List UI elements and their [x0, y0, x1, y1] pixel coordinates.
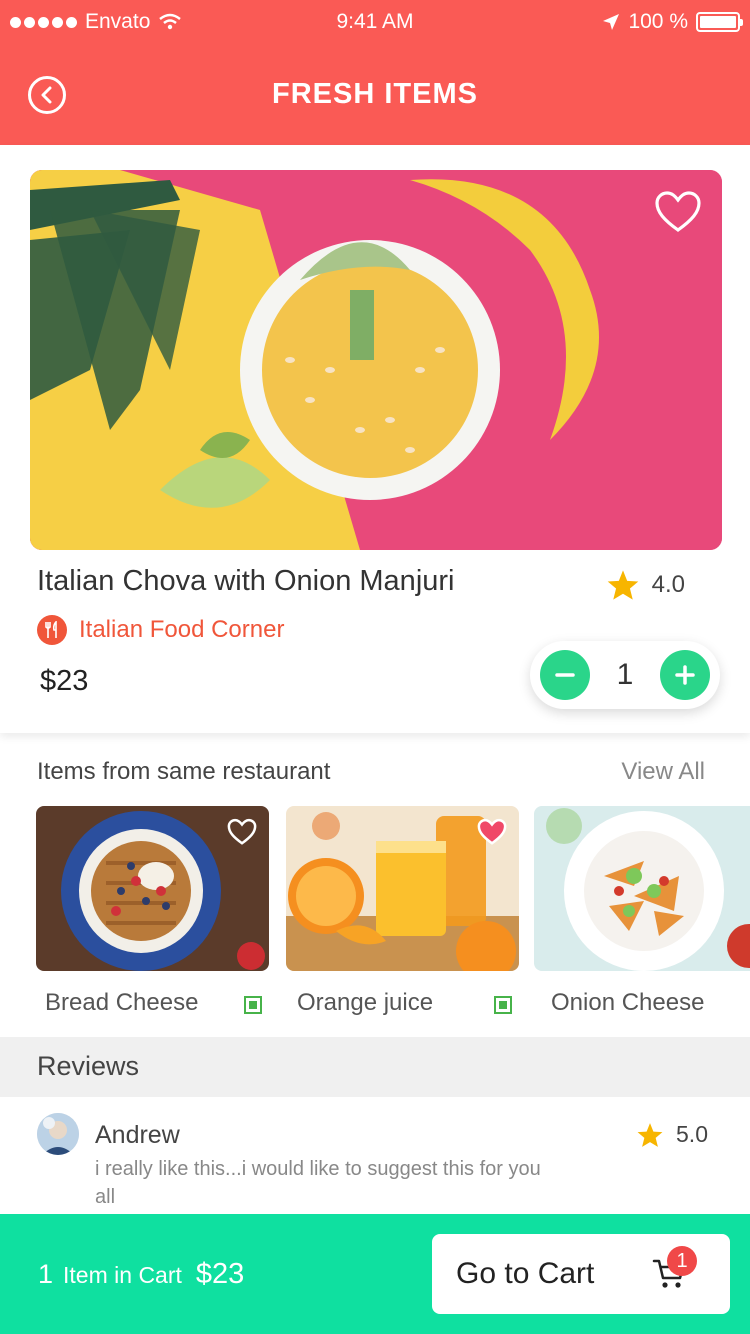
cart-summary: 1 Item in Cart $23 — [38, 1258, 244, 1291]
go-to-cart-button[interactable]: Go to Cart 1 — [432, 1234, 730, 1314]
review-rating-value: 5.0 — [676, 1121, 708, 1147]
cart-total: $23 — [195, 1258, 245, 1290]
item-image — [534, 806, 750, 971]
rating-value: 4.0 — [651, 571, 685, 598]
review-text: i really like this...i would like to sug… — [95, 1158, 541, 1208]
reviews-title: Reviews — [37, 1051, 140, 1081]
same-restaurant-title: Items from same restaurant — [37, 758, 331, 785]
related-item-bread-cheese[interactable]: Bread Cheese — [36, 806, 269, 1016]
minus-icon — [555, 673, 575, 677]
favorite-heart-icon[interactable] — [654, 190, 702, 234]
reviews-header: Reviews — [0, 1037, 750, 1097]
related-items-list: Bread Cheese Orange juice Onion Cheese — [36, 806, 750, 1036]
related-item-orange-juice[interactable]: Orange juice — [286, 806, 519, 1016]
quantity-value: 1 — [616, 658, 634, 691]
item-label: Orange juice — [297, 989, 434, 1016]
page-title: FRESH ITEMS — [272, 78, 478, 110]
go-to-cart-label: Go to Cart — [456, 1257, 595, 1290]
star-icon — [607, 570, 638, 600]
product-name: Italian Chova with Onion Manjuri — [37, 565, 455, 597]
item-label: Bread Cheese — [45, 989, 199, 1016]
restaurant-link[interactable]: Italian Food Corner — [37, 615, 284, 645]
app-header: Envato 9:41 AM 100 % FRESH ITEMS — [0, 0, 750, 145]
item-heart-filled-icon[interactable] — [477, 818, 507, 846]
cart-item-count: 1 — [38, 1259, 54, 1289]
review-item: Andrew 5.0 i really like this...i would … — [0, 1097, 750, 1217]
item-label: Onion Cheese — [551, 989, 705, 1016]
restaurant-name: Italian Food Corner — [79, 616, 285, 643]
cart-bar: 1 Item in Cart $23 Go to Cart 1 — [0, 1214, 750, 1334]
quantity-stepper: 1 — [530, 641, 720, 709]
increase-quantity-button[interactable] — [660, 650, 710, 700]
avatar[interactable] — [37, 1113, 79, 1155]
battery-percent: 100 % — [628, 10, 688, 33]
review-rating: 5.0 — [636, 1121, 708, 1148]
product-image[interactable] — [30, 170, 722, 550]
star-icon — [637, 1122, 663, 1147]
veg-indicator-icon — [494, 996, 512, 1014]
item-image — [286, 806, 519, 971]
product-rating: 4.0 — [606, 569, 685, 601]
fork-knife-icon — [37, 615, 67, 645]
decrease-quantity-button[interactable] — [540, 650, 590, 700]
cart-item-label: Item in Cart — [63, 1262, 182, 1288]
veg-indicator-icon — [244, 996, 262, 1014]
item-heart-icon[interactable] — [227, 818, 257, 846]
item-image — [36, 806, 269, 971]
plus-icon — [675, 665, 695, 685]
product-price: $23 — [40, 665, 89, 697]
view-all-link[interactable]: View All — [621, 758, 705, 786]
related-item-onion-cheese[interactable]: Onion Cheese — [534, 806, 750, 1016]
battery-icon — [696, 12, 743, 32]
reviewer-name: Andrew — [95, 1121, 180, 1149]
cart-badge: 1 — [667, 1246, 697, 1276]
status-bar: Envato 9:41 AM 100 % — [0, 0, 750, 44]
status-right: 100 % — [602, 10, 743, 34]
location-arrow-icon — [603, 14, 620, 30]
product-photo — [30, 170, 722, 550]
product-card: Italian Chova with Onion Manjuri 4.0 Ita… — [0, 145, 750, 733]
